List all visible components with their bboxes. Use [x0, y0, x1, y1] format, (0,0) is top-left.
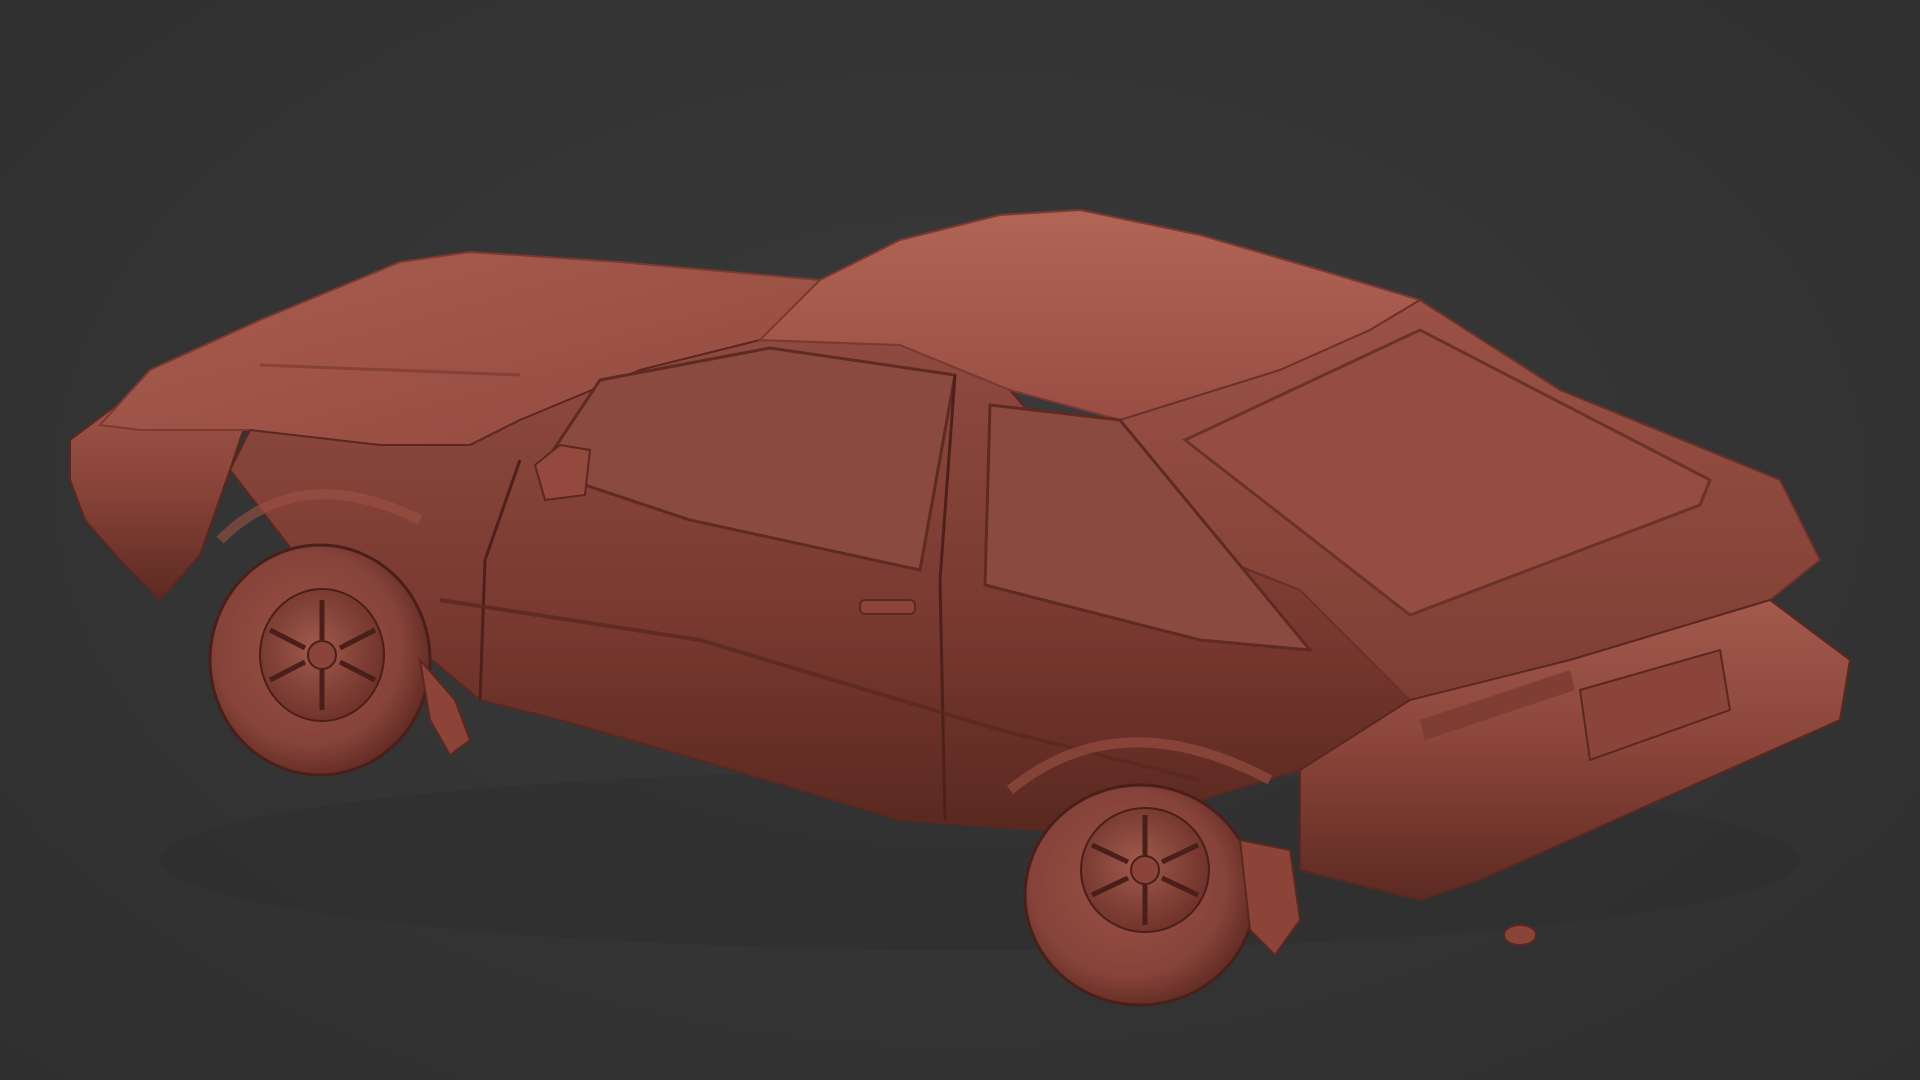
- car-model[interactable]: [0, 0, 1920, 1080]
- rear-wheel: [1023, 783, 1257, 1007]
- exhaust-pipe: [1503, 924, 1537, 946]
- door-handle: [859, 599, 916, 615]
- 3d-viewport[interactable]: [0, 0, 1920, 1080]
- front-wheel: [208, 543, 432, 777]
